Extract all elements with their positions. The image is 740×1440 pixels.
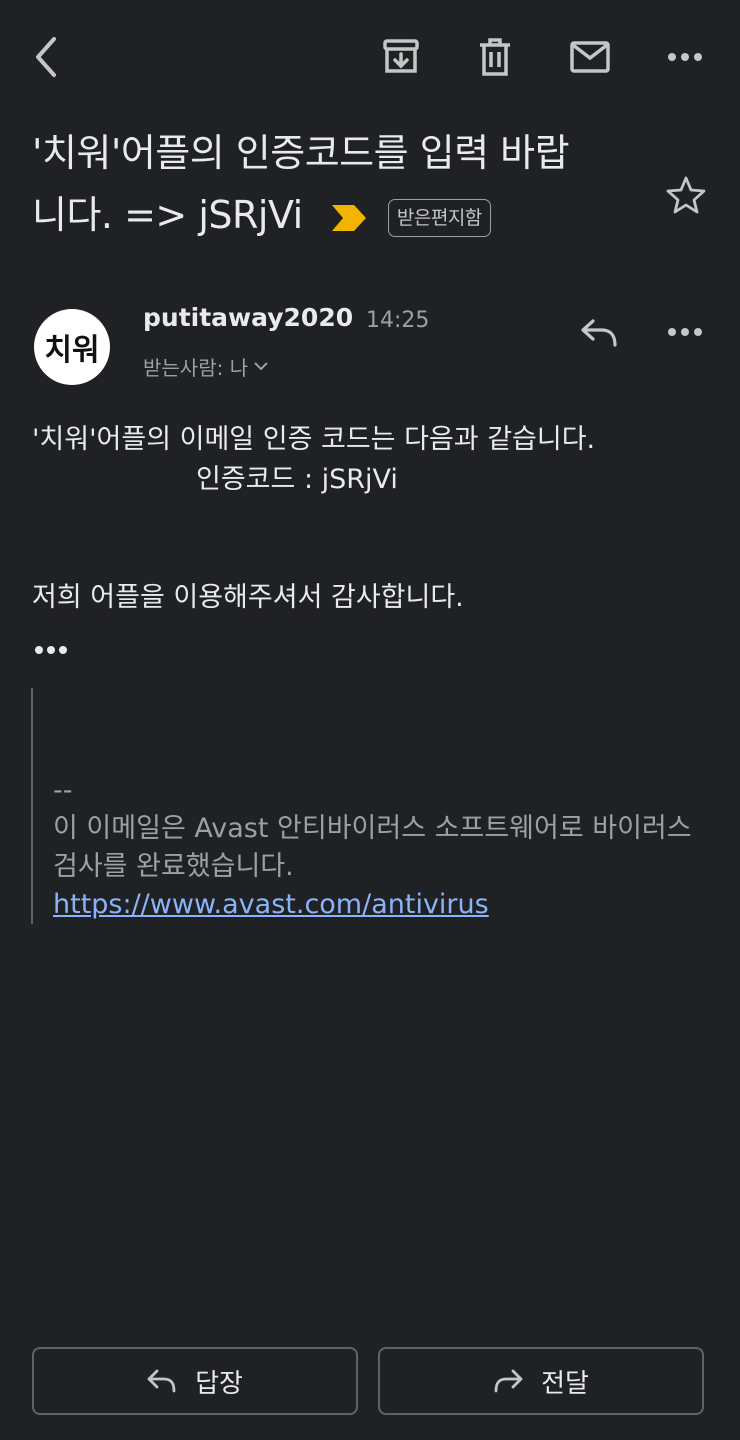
avast-link[interactable]: https://www.avast.com/antivirus [53, 889, 489, 920]
star-icon [666, 176, 706, 214]
recipient-label: 받는사람: 나 [143, 356, 249, 380]
body-verification-code: 인증코드 : jSRjVi [196, 464, 398, 495]
reply-icon [147, 1369, 176, 1393]
signature-dash: -- [53, 775, 73, 806]
body-line-thanks: 저희 어플을 이용해주셔서 감사합니다. [32, 582, 464, 613]
body-line-1: '치워'어플의 이메일 인증 코드는 다음과 같습니다. [32, 424, 596, 455]
message-more-button[interactable] [662, 310, 708, 354]
star-button[interactable] [662, 172, 710, 218]
reply-icon-button[interactable] [576, 311, 622, 355]
quoted-signature-block: -- 이 이메일은 Avast 안티바이러스 소프트웨어로 바이러스 검사를 완… [31, 688, 703, 924]
reply-button[interactable]: 답장 [32, 1347, 358, 1415]
more-options-button[interactable] [662, 34, 708, 80]
inbox-label-chip[interactable]: 받은편지함 [387, 198, 491, 237]
importance-marker-icon[interactable] [332, 187, 367, 249]
delete-button[interactable] [472, 34, 518, 80]
avatar[interactable]: 치워 [34, 309, 110, 385]
subject-line-2-row: 니다. => jSRjVi 받은편지함 [32, 184, 652, 249]
sender-name[interactable]: putitaway2020 [143, 303, 353, 332]
back-button[interactable] [22, 34, 68, 80]
top-toolbar [0, 0, 740, 110]
archive-button[interactable] [378, 34, 424, 80]
trash-icon [480, 38, 510, 76]
more-icon [668, 53, 702, 61]
recipient-details[interactable]: 받는사람: 나 [143, 352, 268, 381]
email-subject: '치워'어플의 인증코드를 입력 바랍 니다. => jSRjVi 받은편지함 [32, 122, 652, 249]
more-icon [668, 328, 702, 336]
reply-label: 답장 [195, 1368, 243, 1399]
forward-label: 전달 [541, 1368, 589, 1399]
archive-icon [383, 39, 419, 73]
forward-icon [494, 1369, 523, 1393]
forward-button[interactable]: 전달 [378, 1347, 704, 1415]
message-time: 14:25 [366, 308, 430, 333]
signature: -- 이 이메일은 Avast 안티바이러스 소프트웨어로 바이러스 검사를 완… [53, 772, 703, 924]
reply-icon [581, 319, 617, 347]
subject-line-2: 니다. => jSRjVi [32, 193, 303, 237]
show-trimmed-content-button[interactable] [34, 640, 68, 659]
chevron-down-icon [254, 362, 268, 371]
ellipsis-icon [35, 646, 67, 654]
subject-line-1: '치워'어플의 인증코드를 입력 바랍 [32, 131, 570, 175]
signature-text: 이 이메일은 Avast 안티바이러스 소프트웨어로 바이러스 검사를 완료했습… [53, 813, 692, 882]
back-icon [36, 37, 56, 77]
mark-unread-button[interactable] [566, 34, 614, 80]
mail-icon [570, 41, 610, 73]
